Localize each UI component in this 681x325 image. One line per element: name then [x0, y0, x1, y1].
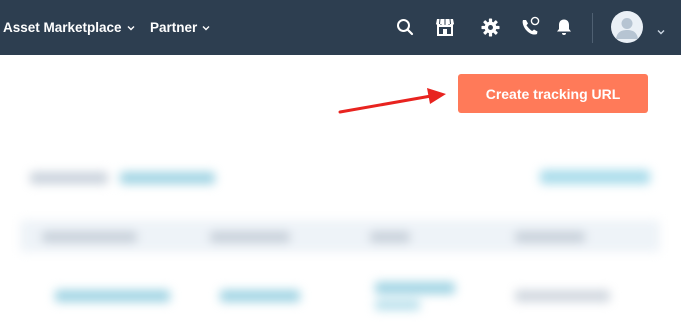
- blurred-table-region: [20, 150, 670, 325]
- blurred-col-header: [210, 232, 290, 242]
- notifications-bell-icon[interactable]: [552, 15, 576, 39]
- blurred-col-header: [370, 232, 410, 242]
- blurred-action-link: [540, 170, 650, 184]
- blurred-title: [30, 172, 108, 184]
- nav-asset-marketplace[interactable]: Asset Marketplace: [3, 0, 136, 55]
- search-icon[interactable]: [393, 15, 417, 39]
- blurred-col-header: [42, 232, 137, 242]
- annotation-arrow: [336, 84, 452, 121]
- blurred-cell-text: [515, 290, 610, 302]
- calling-icon[interactable]: [518, 15, 542, 39]
- topbar-divider: [592, 13, 593, 43]
- blurred-cell-link: [220, 290, 300, 302]
- chevron-down-icon: [201, 23, 211, 33]
- create-tracking-url-button[interactable]: Create tracking URL: [458, 74, 648, 113]
- blurred-cell-link: [55, 290, 170, 302]
- chevron-down-icon[interactable]: [656, 24, 666, 42]
- blurred-cell-link: [375, 300, 420, 310]
- nav-partner-label: Partner: [150, 20, 198, 35]
- blurred-cell-link: [375, 282, 455, 294]
- blurred-link: [120, 172, 215, 184]
- avatar[interactable]: [611, 11, 643, 43]
- blurred-col-header: [515, 232, 585, 242]
- gear-icon[interactable]: [478, 15, 502, 39]
- top-navigation-bar: Asset Marketplace Partner: [0, 0, 681, 55]
- nav-asset-marketplace-label: Asset Marketplace: [3, 20, 122, 35]
- nav-partner[interactable]: Partner: [150, 0, 211, 55]
- chevron-down-icon: [126, 23, 136, 33]
- marketplace-store-icon[interactable]: [433, 15, 457, 39]
